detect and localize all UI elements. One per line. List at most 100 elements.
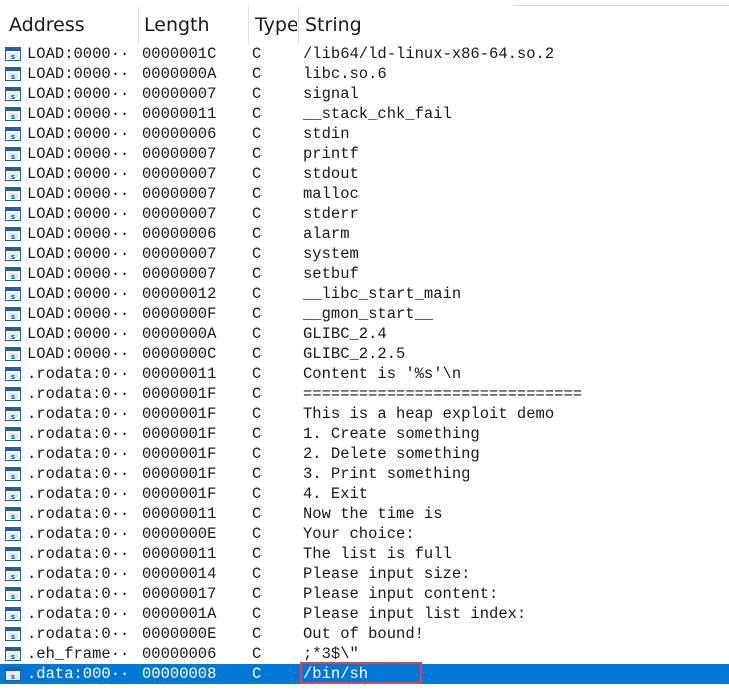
address-cell: .rodata:0··· <box>27 625 132 643</box>
string-cell: Out of bound! <box>303 625 424 643</box>
address-cell: .rodata:0··· <box>27 465 132 483</box>
column-divider[interactable] <box>138 6 139 44</box>
table-row[interactable]: s .rodata:0··· 0000001F C 2. Delete some… <box>0 444 729 464</box>
string-entry-icon: s <box>5 147 21 161</box>
table-row[interactable]: s .rodata:0··· 0000001F C 3. Print somet… <box>0 464 729 484</box>
length-cell: 00000014 <box>142 565 217 583</box>
string-cell: This is a heap exploit demo <box>303 405 555 423</box>
string-cell: __stack_chk_fail <box>303 105 452 123</box>
string-entry-icon: s <box>5 467 21 481</box>
table-row[interactable]: s .rodata:0··· 0000001F C ==============… <box>0 384 729 404</box>
type-cell: C <box>252 605 262 623</box>
length-cell: 0000001F <box>142 485 217 503</box>
table-row[interactable]: s .rodata:0··· 0000001F C This is a heap… <box>0 404 729 424</box>
table-row[interactable]: s LOAD:0000··· 00000007 C malloc <box>0 184 729 204</box>
length-cell: 00000012 <box>142 285 217 303</box>
column-header-address[interactable]: Address <box>9 0 137 44</box>
string-entry-icon: s <box>5 187 21 201</box>
string-entry-icon: s <box>5 507 21 521</box>
svg-text:s: s <box>11 173 15 181</box>
type-cell: C <box>252 285 262 303</box>
length-cell: 00000007 <box>142 165 217 183</box>
type-cell: C <box>252 545 262 563</box>
table-row[interactable]: s LOAD:0000··· 00000006 C alarm <box>0 224 729 244</box>
string-cell: __libc_start_main <box>303 285 462 303</box>
svg-text:s: s <box>11 153 15 161</box>
svg-text:s: s <box>11 593 15 601</box>
table-row[interactable]: s LOAD:0000··· 0000000A C GLIBC_2.4 <box>0 324 729 344</box>
string-cell: 1. Create something <box>303 425 480 443</box>
table-row[interactable]: s .rodata:0··· 0000001F C 4. Exit <box>0 484 729 504</box>
string-cell: Please input size: <box>303 565 471 583</box>
table-row[interactable]: s LOAD:0000··· 00000007 C system <box>0 244 729 264</box>
type-cell: C <box>252 65 262 83</box>
column-header-bar: Address Length Type String <box>0 0 729 44</box>
table-row[interactable]: s .eh_frame··· 00000006 C ;*3$\" <box>0 644 729 664</box>
svg-text:s: s <box>11 413 15 421</box>
string-cell: ;*3$\" <box>303 645 359 663</box>
table-row[interactable]: s LOAD:0000··· 0000000A C libc.so.6 <box>0 64 729 84</box>
table-row[interactable]: s LOAD:0000··· 0000000C C GLIBC_2.2.5 <box>0 344 729 364</box>
table-row[interactable]: s .rodata:0··· 00000017 C Please input c… <box>0 584 729 604</box>
address-cell: LOAD:0000··· <box>27 345 132 363</box>
string-entry-icon: s <box>5 527 21 541</box>
string-cell: setbuf <box>303 265 359 283</box>
string-entry-icon: s <box>5 307 21 321</box>
table-row[interactable]: s LOAD:0000··· 00000006 C stdin <box>0 124 729 144</box>
length-cell: 00000006 <box>142 645 217 663</box>
svg-text:s: s <box>11 293 15 301</box>
string-cell: Please input list index: <box>303 605 527 623</box>
table-row[interactable]: s LOAD:0000··· 00000007 C printf <box>0 144 729 164</box>
table-row[interactable]: s .rodata:0··· 00000011 C Content is '%s… <box>0 364 729 384</box>
column-header-length[interactable]: Length <box>144 0 246 44</box>
table-row[interactable]: s LOAD:0000··· 00000007 C signal <box>0 84 729 104</box>
table-row[interactable]: s .rodata:0··· 00000014 C Please input s… <box>0 564 729 584</box>
string-cell: ============================== <box>303 385 583 403</box>
column-header-type[interactable]: Type <box>255 0 297 44</box>
string-entry-icon: s <box>5 227 21 241</box>
table-row[interactable]: s LOAD:0000··· 00000011 C __stack_chk_fa… <box>0 104 729 124</box>
table-row[interactable]: s .rodata:0··· 0000001A C Please input l… <box>0 604 729 624</box>
string-cell: system <box>303 245 359 263</box>
table-row[interactable]: s LOAD:0000··· 0000000F C __gmon_start__ <box>0 304 729 324</box>
table-row[interactable]: s LOAD:0000··· 0000001C C /lib64/ld-linu… <box>0 44 729 64</box>
svg-text:s: s <box>11 453 15 461</box>
string-entry-icon: s <box>5 267 21 281</box>
length-cell: 0000001F <box>142 445 217 463</box>
type-cell: C <box>252 105 262 123</box>
column-divider[interactable] <box>298 6 299 44</box>
column-divider[interactable] <box>248 6 249 44</box>
table-row[interactable]: s LOAD:0000··· 00000012 C __libc_start_m… <box>0 284 729 304</box>
string-cell: The list is full <box>303 545 452 563</box>
table-row[interactable]: s LOAD:0000··· 00000007 C stderr <box>0 204 729 224</box>
string-cell: Please input content: <box>303 585 499 603</box>
length-cell: 00000017 <box>142 585 217 603</box>
svg-text:s: s <box>11 273 15 281</box>
table-row[interactable]: s .rodata:0··· 0000000E C Out of bound! <box>0 624 729 644</box>
string-cell: stdout <box>303 165 359 183</box>
table-row[interactable]: s .rodata:0··· 0000000E C Your choice: <box>0 524 729 544</box>
address-cell: LOAD:0000··· <box>27 285 132 303</box>
string-entry-icon: s <box>5 607 21 621</box>
length-cell: 0000000A <box>142 325 217 343</box>
table-row[interactable]: s .data:000··· 00000008 C /bin/sh <box>0 662 729 684</box>
type-cell: C <box>252 145 262 163</box>
column-header-string[interactable]: String <box>305 0 505 44</box>
table-row[interactable]: s LOAD:0000··· 00000007 C setbuf <box>0 264 729 284</box>
string-entry-icon: s <box>5 447 21 461</box>
string-entry-icon: s <box>5 287 21 301</box>
string-cell: printf <box>303 145 359 163</box>
length-cell: 0000000A <box>142 65 217 83</box>
type-cell: C <box>252 225 262 243</box>
address-cell: .rodata:0··· <box>27 425 132 443</box>
table-row[interactable]: s LOAD:0000··· 00000007 C stdout <box>0 164 729 184</box>
type-cell: C <box>252 525 262 543</box>
table-row[interactable]: s .rodata:0··· 0000001F C 1. Create some… <box>0 424 729 444</box>
svg-text:s: s <box>11 673 15 681</box>
string-cell: libc.so.6 <box>303 65 387 83</box>
svg-text:s: s <box>11 493 15 501</box>
table-row[interactable]: s .rodata:0··· 00000011 C Now the time i… <box>0 504 729 524</box>
string-entry-icon: s <box>5 647 21 661</box>
table-row[interactable]: s .rodata:0··· 00000011 C The list is fu… <box>0 544 729 564</box>
address-cell: LOAD:0000··· <box>27 265 132 283</box>
